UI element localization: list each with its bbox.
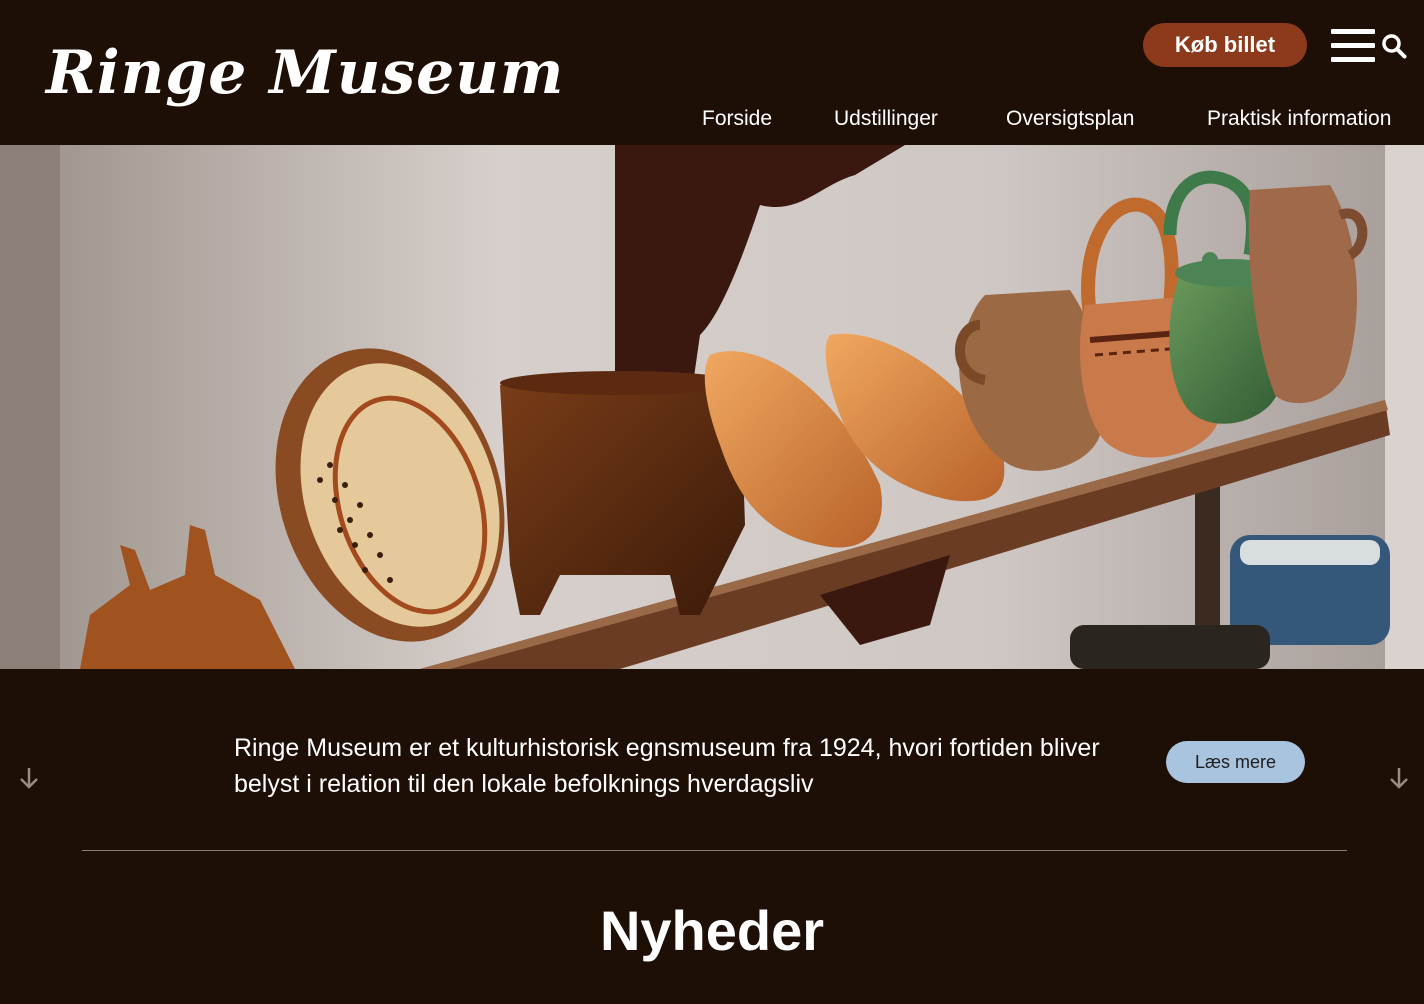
hero-image	[0, 145, 1424, 669]
nav-item-praktisk-information[interactable]: Praktisk information	[1207, 107, 1391, 131]
nav-item-forside[interactable]: Forside	[702, 107, 772, 131]
main-nav: Forside Udstillinger Oversigtsplan Prakt…	[0, 107, 1424, 135]
arrow-down-icon[interactable]	[18, 766, 40, 792]
intro-text: Ringe Museum er et kulturhistorisk egnsm…	[234, 734, 1100, 798]
buy-ticket-button[interactable]: Køb billet	[1143, 23, 1307, 67]
search-icon[interactable]	[1381, 33, 1407, 59]
site-header: Ringe Museum Køb billet Forside Udstilli…	[0, 0, 1424, 145]
arrow-down-icon[interactable]	[1388, 766, 1410, 792]
site-logo[interactable]: Ringe Museum	[46, 38, 564, 108]
hamburger-menu-icon[interactable]	[1331, 29, 1375, 63]
news-section-title: Nyheder	[599, 899, 825, 962]
read-more-button[interactable]: Læs mere	[1166, 741, 1305, 783]
pottery-shelf-illustration	[0, 145, 1424, 669]
nav-item-oversigtsplan[interactable]: Oversigtsplan	[1006, 107, 1134, 131]
section-divider	[82, 850, 1347, 851]
nav-item-udstillinger[interactable]: Udstillinger	[834, 107, 938, 131]
